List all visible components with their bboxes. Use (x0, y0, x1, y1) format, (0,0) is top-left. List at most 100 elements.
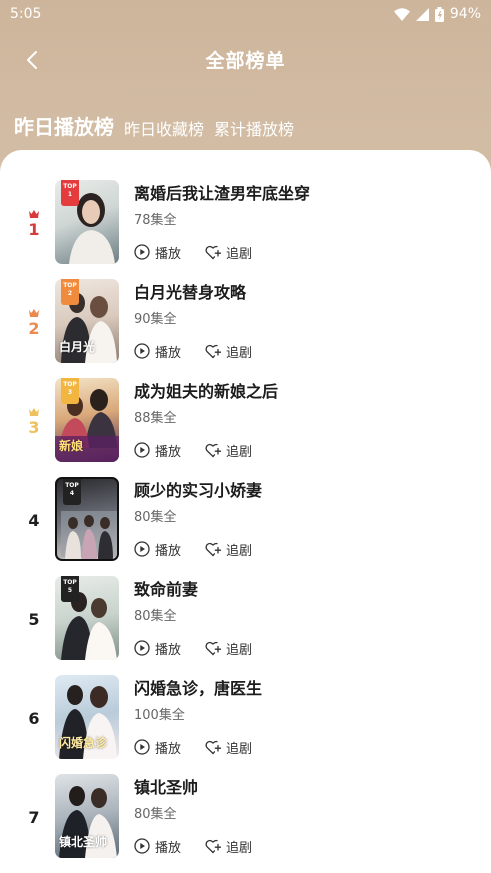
top-badge: TOP 5 (61, 576, 79, 602)
top-badge: TOP 1 (61, 180, 79, 206)
rank-indicator: 6 (20, 691, 48, 747)
chevron-left-icon (27, 51, 37, 69)
follow-label: 追剧 (226, 642, 253, 658)
follow-button[interactable]: 追剧 (205, 540, 252, 559)
play-label: 播放 (155, 642, 182, 658)
battery-icon (434, 6, 444, 22)
show-title[interactable]: 白月光替身攻略 (134, 281, 474, 305)
play-button[interactable]: 播放 (134, 738, 181, 757)
show-title[interactable]: 闪婚急诊，唐医生 (134, 677, 474, 701)
follow-button[interactable]: 追剧 (205, 837, 252, 856)
show-cover[interactable]: 镇北圣帅 (55, 774, 119, 858)
play-circle-icon (134, 442, 150, 458)
play-circle-icon (134, 244, 150, 260)
top-badge: TOP 4 (63, 479, 81, 505)
show-info: 离婚后我让渣男牢底坐穿 78集全 播放 追剧 (134, 182, 474, 262)
cover-caption: 镇北圣帅 (59, 835, 108, 849)
follow-button[interactable]: 追剧 (205, 639, 252, 658)
play-circle-icon (134, 838, 150, 854)
play-circle-icon (134, 541, 150, 557)
follow-label: 追剧 (226, 543, 253, 559)
show-cover[interactable]: TOP 5 (55, 576, 119, 660)
battery-percent: 94% (449, 6, 481, 22)
tab-yesterday-favorites[interactable]: 昨日收藏榜 (124, 116, 204, 140)
show-cover[interactable]: 闪婚急诊 (55, 675, 119, 759)
show-title[interactable]: 成为姐夫的新娘之后 (134, 380, 474, 404)
show-title[interactable]: 致命前妻 (134, 578, 474, 602)
episode-count: 78集全 (134, 213, 177, 228)
rank-number: 3 (28, 417, 40, 437)
rank-number: 6 (28, 709, 40, 728)
tab-yesterday-play[interactable]: 昨日播放榜 (14, 111, 114, 140)
title-bar: 全部榜单 (0, 38, 491, 80)
status-bar: 5:05 94% (0, 0, 491, 28)
list-item[interactable]: 1 TOP 1 离婚后我让渣男牢底坐穿 78集全 播放 追剧 (0, 176, 491, 268)
heart-plus-icon (205, 542, 222, 556)
play-label: 播放 (155, 741, 182, 757)
heart-plus-icon (205, 740, 222, 754)
play-button[interactable]: 播放 (134, 441, 181, 460)
show-title[interactable]: 顾少的实习小娇妻 (134, 479, 474, 503)
follow-button[interactable]: 追剧 (205, 243, 252, 262)
cover-caption: 闪婚急诊 (59, 736, 108, 750)
show-info: 致命前妻 80集全 播放 追剧 (134, 578, 474, 658)
list-item[interactable]: 5 TOP 5 致命前妻 80集全 播放 追剧 (0, 572, 491, 664)
rank-indicator: 4 (20, 493, 48, 549)
episode-count: 80集全 (134, 609, 177, 624)
show-info: 成为姐夫的新娘之后 88集全 播放 追剧 (134, 380, 474, 460)
item-actions: 播放 追剧 (134, 539, 474, 559)
rank-number: 5 (28, 610, 40, 629)
episode-count: 100集全 (134, 708, 185, 723)
ranking-list: 1 TOP 1 离婚后我让渣男牢底坐穿 78集全 播放 追剧 2 TOP 2 白… (0, 150, 491, 873)
list-item[interactable]: 3 TOP 3 新娘 成为姐夫的新娘之后 88集全 播放 追剧 (0, 374, 491, 466)
show-cover[interactable]: TOP 1 (55, 180, 119, 264)
rank-indicator: 5 (20, 592, 48, 648)
heart-plus-icon (205, 245, 222, 259)
item-actions: 播放 追剧 (134, 341, 474, 361)
wifi-icon (393, 7, 410, 21)
play-label: 播放 (155, 543, 182, 559)
page-title: 全部榜单 (205, 49, 286, 72)
show-info: 闪婚急诊，唐医生 100集全 播放 追剧 (134, 677, 474, 757)
episode-count: 90集全 (134, 312, 177, 327)
list-item[interactable]: 2 TOP 2 白月光 白月光替身攻略 90集全 播放 追剧 (0, 275, 491, 367)
crown-icon (29, 407, 39, 416)
crown-icon (29, 209, 39, 218)
top-badge: TOP 2 (61, 279, 79, 305)
show-title[interactable]: 离婚后我让渣男牢底坐穿 (134, 182, 474, 206)
tab-total-play[interactable]: 累计播放榜 (214, 116, 294, 140)
list-item[interactable]: 6 闪婚急诊 闪婚急诊，唐医生 100集全 播放 追剧 (0, 671, 491, 763)
episode-count: 88集全 (134, 411, 177, 426)
show-cover[interactable]: TOP 2 白月光 (55, 279, 119, 363)
list-item[interactable]: 4 TOP 4 顾少的实习小娇妻 80集全 播放 追剧 (0, 473, 491, 565)
show-title[interactable]: 镇北圣帅 (134, 776, 474, 800)
cover-caption: 新娘 (59, 439, 84, 453)
follow-button[interactable]: 追剧 (205, 342, 252, 361)
list-item[interactable]: 7 镇北圣帅 镇北圣帅 80集全 播放 追剧 (0, 770, 491, 862)
play-label: 播放 (155, 246, 182, 262)
play-button[interactable]: 播放 (134, 639, 181, 658)
play-button[interactable]: 播放 (134, 243, 181, 262)
back-button[interactable] (16, 44, 48, 76)
rank-indicator: 7 (20, 790, 48, 846)
top-badge: TOP 3 (61, 378, 79, 404)
play-button[interactable]: 播放 (134, 540, 181, 559)
status-icons: 94% (393, 6, 481, 22)
play-circle-icon (134, 343, 150, 359)
show-cover[interactable]: TOP 3 新娘 (55, 378, 119, 462)
show-info: 镇北圣帅 80集全 播放 追剧 (134, 776, 474, 856)
rank-number: 1 (28, 219, 40, 239)
follow-button[interactable]: 追剧 (205, 738, 252, 757)
item-actions: 播放 追剧 (134, 638, 474, 658)
rank-number: 7 (28, 808, 40, 827)
follow-button[interactable]: 追剧 (205, 441, 252, 460)
show-cover[interactable]: TOP 4 (55, 477, 119, 561)
item-actions: 播放 追剧 (134, 242, 474, 262)
play-label: 播放 (155, 840, 182, 856)
play-label: 播放 (155, 444, 182, 460)
play-button[interactable]: 播放 (134, 837, 181, 856)
episode-count: 80集全 (134, 807, 177, 822)
play-button[interactable]: 播放 (134, 342, 181, 361)
follow-label: 追剧 (226, 246, 253, 262)
follow-label: 追剧 (226, 840, 253, 856)
